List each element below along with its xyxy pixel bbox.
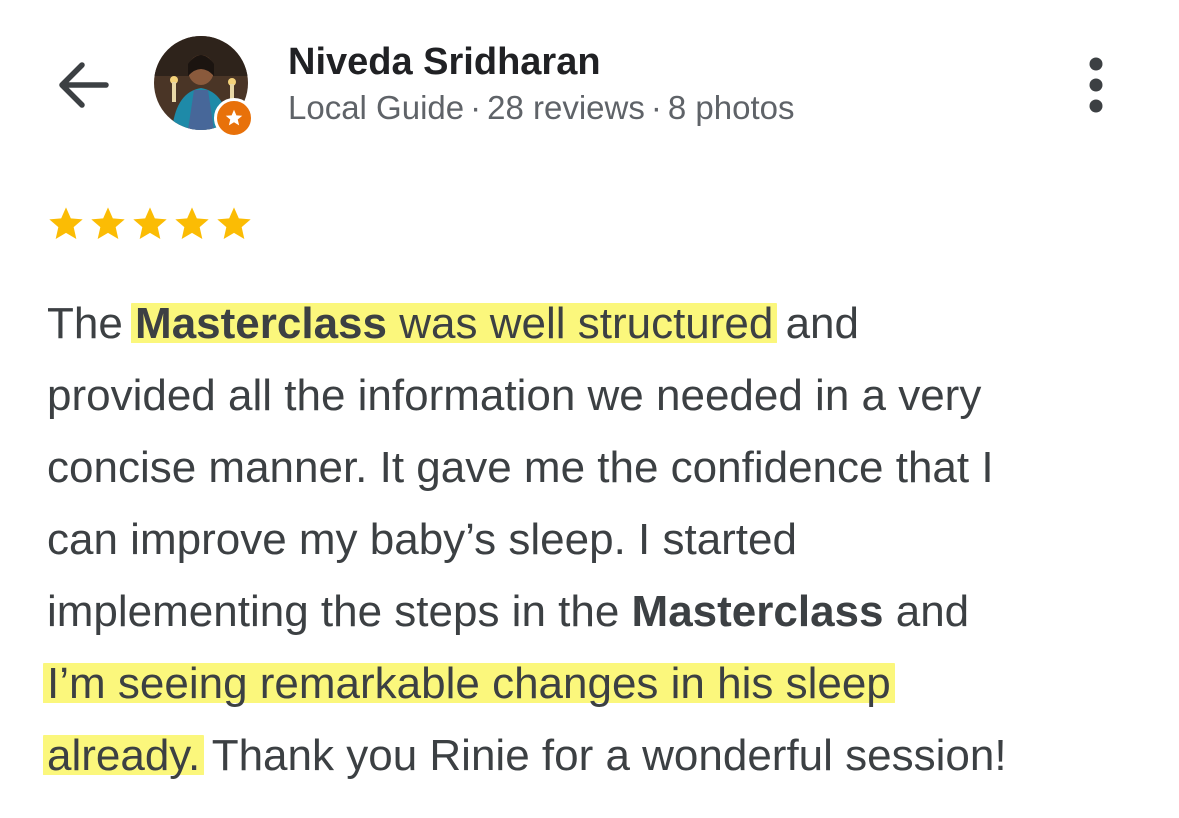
photo-count: 8 photos [667, 89, 795, 126]
star-icon [133, 207, 167, 239]
star-icon [217, 207, 251, 239]
local-guide-badge [214, 98, 254, 138]
review-text-segment: was well structured [387, 299, 774, 348]
bold-text: Masterclass [631, 587, 884, 636]
more-options-button[interactable] [1076, 56, 1116, 114]
review-count: 28 reviews [487, 89, 645, 126]
review-text-segment: The [47, 299, 136, 348]
review-line: already. Thank you Rinie for a wonderful… [43, 720, 1157, 792]
bold-text: Masterclass [135, 299, 387, 348]
meta-separator: · [470, 89, 482, 126]
more-vertical-icon [1089, 57, 1103, 113]
review-text-segment: implementing the steps in the [47, 587, 632, 636]
highlighted-text: already. [43, 731, 205, 780]
star-rating [46, 204, 254, 244]
arrow-left-icon [59, 62, 109, 108]
reviewer-name[interactable]: Niveda Sridharan [288, 40, 601, 84]
local-guide-label: Local Guide [288, 89, 465, 126]
avatar[interactable] [154, 36, 254, 138]
star-icon [91, 207, 125, 239]
review-text-segment: Thank you Rinie for a wonderful session! [200, 731, 1007, 780]
highlighted-text: Masterclass was well structured [131, 299, 778, 348]
review-line: implementing the steps in the Masterclas… [47, 576, 1157, 648]
star-icon [49, 207, 83, 239]
meta-separator: · [650, 89, 662, 126]
back-button[interactable] [52, 55, 114, 115]
review-text-segment: and [883, 587, 970, 636]
review-text-segment: and [773, 299, 859, 348]
review-line: provided all the information we needed i… [47, 371, 982, 420]
review-line: can improve my baby’s sleep. I started [47, 515, 797, 564]
review-line: The Masterclass was well structured and [47, 288, 1157, 360]
review-line: I’m seeing remarkable changes in his sle… [43, 648, 1157, 720]
star-icon [175, 207, 209, 239]
star-badge-icon [225, 109, 243, 126]
review-text: The Masterclass was well structured and … [43, 288, 1157, 792]
highlighted-text: I’m seeing remarkable changes in his sle… [43, 659, 895, 708]
reviewer-meta: Local Guide · 28 reviews · 8 photos [288, 88, 794, 128]
review-line: concise manner. It gave me the confidenc… [47, 443, 994, 492]
